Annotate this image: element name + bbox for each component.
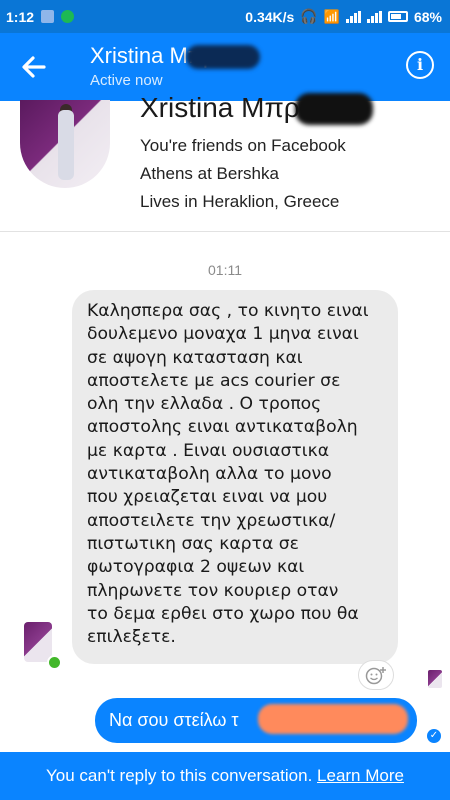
message-timestamp: 01:11: [208, 262, 242, 278]
battery-level: 68%: [413, 8, 442, 25]
seen-avatar: [428, 670, 442, 688]
profile-name: Xristina Μπρ: [140, 92, 300, 123]
sender-avatar[interactable]: [24, 622, 52, 662]
back-arrow-icon[interactable]: [18, 51, 50, 83]
online-indicator: [47, 655, 62, 670]
signal-icon: [345, 10, 361, 23]
friends-status: You're friends on Facebook: [140, 136, 346, 155]
learn-more-link[interactable]: Learn More: [317, 766, 404, 785]
redaction-mark: [295, 93, 373, 125]
status-time: 1:12: [6, 8, 35, 25]
redaction-mark: [258, 704, 408, 734]
emoji-icon: [365, 667, 386, 685]
cannot-reply-text: You can't reply to this conversation.: [46, 766, 313, 785]
status-bar: 1:12 0.34K/s 🎧 📶 68%: [0, 0, 450, 33]
redaction-mark: [186, 45, 260, 69]
spotify-icon: [61, 10, 75, 23]
location-info: Lives in Heraklion, Greece: [140, 192, 340, 211]
battery-icon: [387, 11, 408, 22]
divider: [0, 231, 450, 232]
headphones-icon: 🎧: [300, 8, 318, 24]
cannot-reply-banner: You can't reply to this conversation. Le…: [0, 752, 450, 800]
work-info: Athens at Bershka: [140, 164, 279, 183]
notification-icon: [41, 10, 55, 23]
profile-picture[interactable]: [20, 100, 110, 188]
wifi-icon: 📶: [323, 8, 340, 24]
info-icon[interactable]: i: [406, 51, 434, 79]
status-right: 0.34K/s 🎧 📶 68%: [245, 0, 442, 33]
network-speed: 0.34K/s: [245, 8, 295, 25]
signal-icon-2: [366, 10, 382, 23]
add-reaction-button[interactable]: [358, 660, 394, 690]
conversation-header: Xristina Μπρ Active now i: [0, 33, 450, 101]
sent-check-icon: ✓: [427, 729, 441, 743]
incoming-message-bubble[interactable]: Καλησπερα σας , το κινητο ειναι δουλεμεν…: [72, 290, 398, 664]
active-status: Active now: [90, 72, 163, 89]
